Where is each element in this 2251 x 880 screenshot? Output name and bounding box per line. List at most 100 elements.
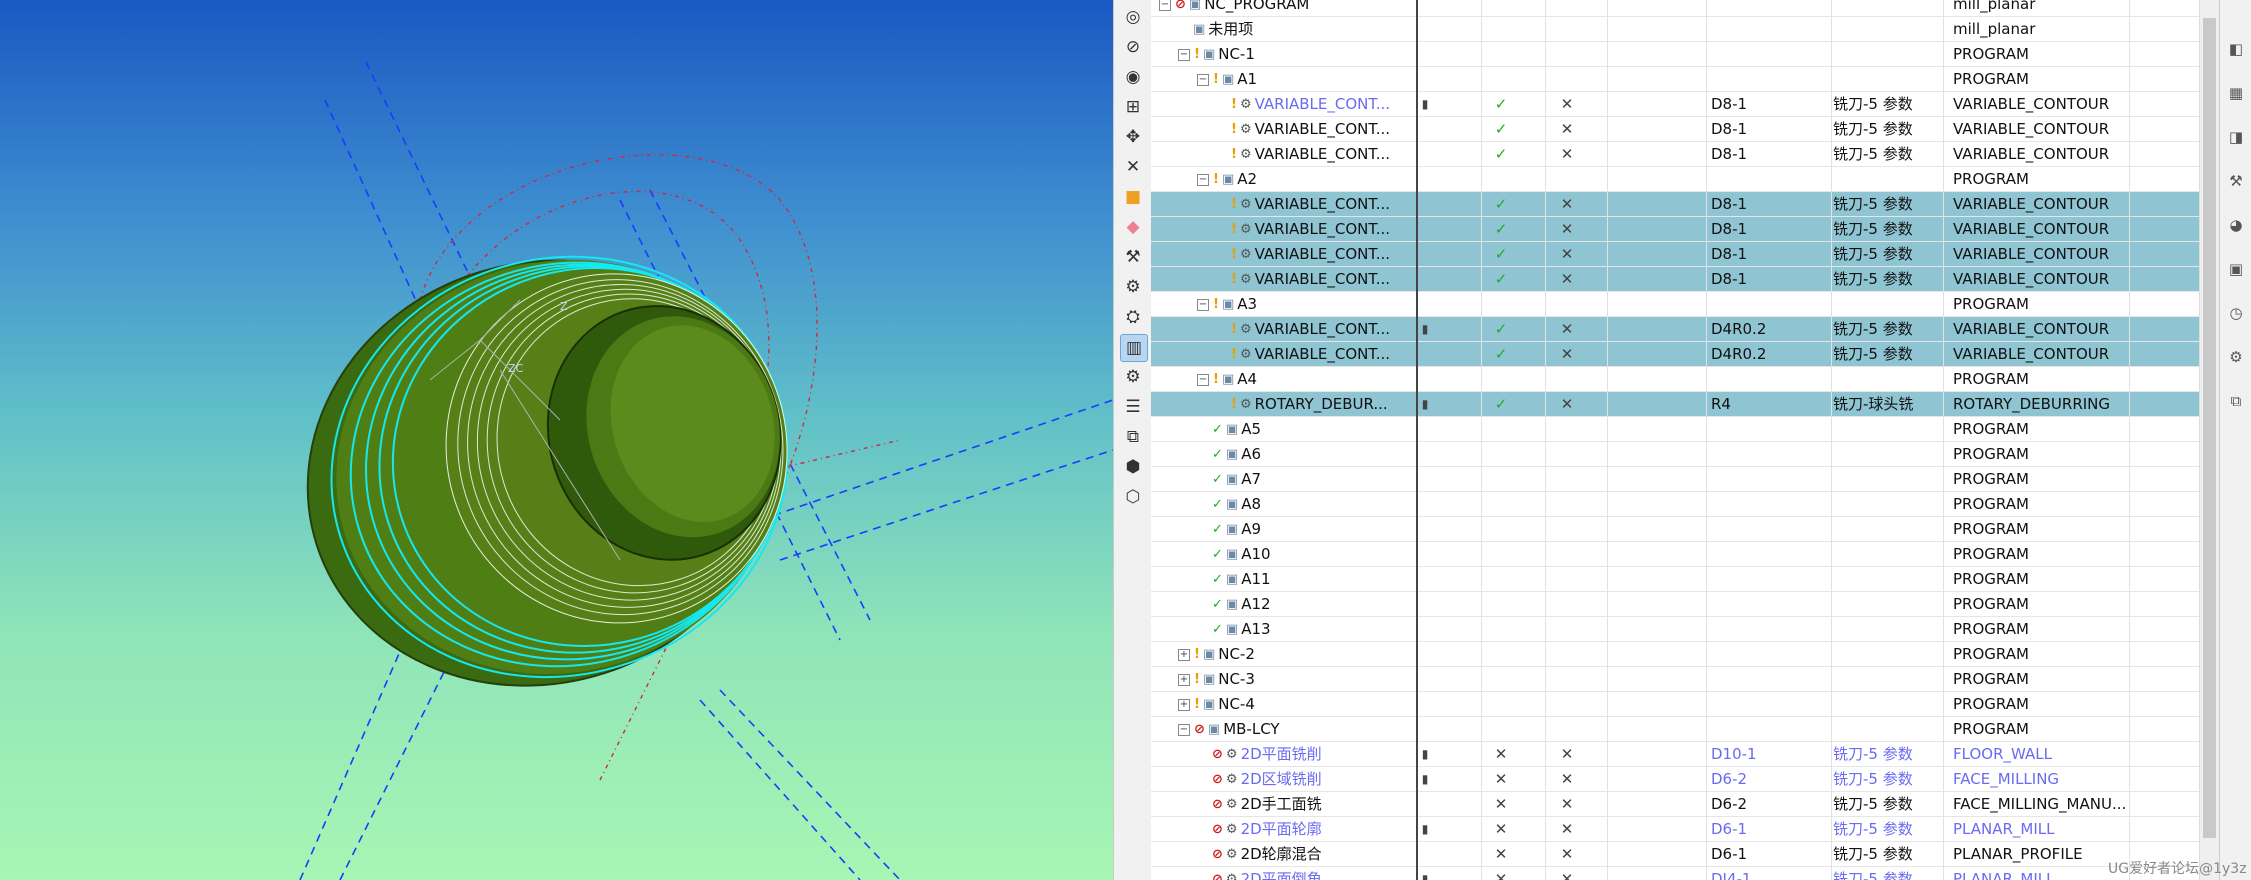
color-icon[interactable]: ■ (1120, 184, 1146, 210)
complete-icon: ✓ (1212, 496, 1223, 512)
collapse-icon[interactable]: − (1178, 48, 1190, 61)
path-indicator: ▮ (1421, 872, 1429, 880)
operation-type: PROGRAM (1953, 170, 2029, 188)
row-name-cell: +! ▣ NC-3 (1151, 667, 1443, 691)
hide-icon[interactable]: ⊘ (1120, 34, 1146, 60)
collapse-icon[interactable]: − (1197, 373, 1209, 386)
panel-icon-1[interactable]: ◧ (2226, 40, 2246, 60)
operation-row[interactable]: ⊘ ⚙ 2D平面轮廓 ▮ ✕ ✕ D6-1 铣刀-5 参数 PLANAR_MILL (1151, 817, 2199, 842)
program-group-row[interactable]: −! ▣ A3 PROGRAM (1151, 292, 2199, 317)
copy-icon[interactable]: ⧉ (1120, 424, 1146, 450)
gear-icon[interactable]: ⚙ (1120, 364, 1146, 390)
scroll-thumb[interactable] (2203, 18, 2216, 838)
operation-row[interactable]: ! ⚙ VARIABLE_CONT... ✓ ✕ D8-1 铣刀-5 参数 VARIABLE_… (1151, 217, 2199, 242)
collapse-icon[interactable]: − (1159, 0, 1171, 11)
svg-text:ZC: ZC (508, 362, 524, 375)
settings-icon[interactable]: ⚙ (2226, 348, 2246, 368)
program-group-row[interactable]: ✓ ▣ A5 PROGRAM (1151, 417, 2199, 442)
operation-row[interactable]: ! ⚙ VARIABLE_CONT... ✓ ✕ D8-1 铣刀-5 参数 VARIABLE_… (1151, 267, 2199, 292)
program-folder-icon: ▣ (1202, 646, 1216, 662)
row-name-cell: − ⊘ ▣ MB-LCY (1151, 717, 1443, 741)
program-group-row[interactable]: −! ▣ NC-1 PROGRAM (1151, 42, 2199, 67)
operation-type: VARIABLE_CONTOUR (1953, 220, 2110, 238)
operation-row[interactable]: ! ⚙ ROTARY_DEBUR... ▮ ✓ ✕ R4 铣刀-球头铣 ROTARY_DEBUR… (1151, 392, 2199, 417)
delete-icon[interactable]: ✕ (1120, 154, 1146, 180)
expand-icon[interactable]: + (1178, 648, 1190, 661)
operation-row[interactable]: ! ⚙ VARIABLE_CONT... ✓ ✕ D8-1 铣刀-5 参数 VARIABLE_… (1151, 242, 2199, 267)
program-group-row[interactable]: −! ▣ A1 PROGRAM (1151, 67, 2199, 92)
collapse-icon[interactable]: − (1197, 73, 1209, 86)
row-label: 2D平面倒角 (1240, 870, 1322, 880)
operation-row[interactable]: ⊘ ⚙ 2D平面铣削 ▮ ✕ ✕ D10-1 铣刀-5 参数 FLOOR_WALL (1151, 742, 2199, 767)
operation-type: ROTARY_DEBURRING (1953, 395, 2111, 413)
program-group-row[interactable]: − ⊘ ▣ MB-LCY PROGRAM (1151, 717, 2199, 742)
verify-x: ✕ (1560, 845, 1574, 863)
show-icon[interactable]: ◉ (1120, 64, 1146, 90)
cube-icon[interactable]: ⬢ (1120, 454, 1146, 480)
panel-icon-3[interactable]: ⚒ (2226, 172, 2246, 192)
operation-row[interactable]: ⊘ ⚙ 2D手工面铣 ✕ ✕ D6-2 铣刀-5 参数 FACE_MILLING_MANU..… (1151, 792, 2199, 817)
tool-add-icon[interactable]: ⚙ (1120, 274, 1146, 300)
operation-row[interactable]: ! ⚙ VARIABLE_CONT... ✓ ✕ D4R0.2 铣刀-5 参数 VARIABL… (1151, 342, 2199, 367)
program-group-row[interactable]: ✓ ▣ A7 PROGRAM (1151, 467, 2199, 492)
complete-icon: ✓ (1212, 521, 1223, 537)
operation-row[interactable]: ⊘ ⚙ 2D区域铣削 ▮ ✕ ✕ D6-2 铣刀-5 参数 FACE_MILLING (1151, 767, 2199, 792)
plane-icon[interactable]: ◆ (1120, 214, 1146, 240)
warning-icon: ! (1213, 71, 1219, 87)
graphics-viewport[interactable]: ZC Z (0, 0, 1113, 880)
program-group-row[interactable]: ✓ ▣ A8 PROGRAM (1151, 492, 2199, 517)
program-group-row[interactable]: ✓ ▣ A12 PROGRAM (1151, 592, 2199, 617)
panel-icon-4[interactable]: ▣ (2226, 260, 2246, 280)
operation-type: PROGRAM (1953, 470, 2029, 488)
collapse-icon[interactable]: − (1197, 173, 1209, 186)
program-group-row[interactable]: ✓ ▣ A9 PROGRAM (1151, 517, 2199, 542)
operation-icon: ⚙ (1239, 121, 1252, 137)
tool-green-icon[interactable]: ⛭ (1120, 304, 1146, 330)
program-group-row[interactable]: ✓ ▣ A6 PROGRAM (1151, 442, 2199, 467)
table-icon[interactable]: ▦ (2226, 84, 2246, 104)
view-icon[interactable]: ◎ (1120, 4, 1146, 30)
method-name: 铣刀-球头铣 (1833, 395, 1914, 413)
tool-name: D8-1 (1711, 270, 1748, 288)
collapse-icon[interactable]: − (1178, 723, 1190, 736)
warning-icon: ! (1231, 96, 1237, 112)
row-label: 2D区域铣削 (1240, 770, 1322, 788)
program-group-row[interactable]: −! ▣ A4 PROGRAM (1151, 367, 2199, 392)
tree-icon[interactable]: ⊞ (1120, 94, 1146, 120)
list-icon[interactable]: ☰ (1120, 394, 1146, 420)
operation-row[interactable]: ! ⚙ VARIABLE_CONT... ✓ ✕ D8-1 铣刀-5 参数 VARIABLE_… (1151, 142, 2199, 167)
operation-row[interactable]: ! ⚙ VARIABLE_CONT... ▮ ✓ ✕ D8-1 铣刀-5 参数 VARIABLE… (1151, 92, 2199, 117)
part-model-view: ZC Z (299, 61, 1113, 880)
operation-type: VARIABLE_CONTOUR (1953, 195, 2110, 213)
operation-row[interactable]: ! ⚙ VARIABLE_CONT... ▮ ✓ ✕ D4R0.2 铣刀-5 参数 VARIAB… (1151, 317, 2199, 342)
operation-row[interactable]: ⊘ ⚙ 2D平面倒角 ▮ ✕ ✕ DJ4-1 铣刀-5 参数 PLANAR_MILL (1151, 867, 2199, 880)
collapse-icon[interactable]: − (1197, 298, 1209, 311)
program-group-row[interactable]: ▣ 未用项 mill_planar (1151, 17, 2199, 42)
operation-row[interactable]: ⊘ ⚙ 2D轮廓混合 ✕ ✕ D6-1 铣刀-5 参数 PLANAR_PROFILE (1151, 842, 2199, 867)
palette-icon[interactable]: ◕ (2226, 216, 2246, 236)
warning-icon: ! (1194, 671, 1200, 687)
complete-icon: ✓ (1212, 421, 1223, 437)
row-label: VARIABLE_CONT... (1254, 245, 1391, 263)
wire-cube-icon[interactable]: ⬡ (1120, 484, 1146, 510)
panel-icon-2[interactable]: ◨ (2226, 128, 2246, 148)
move-icon[interactable]: ✥ (1120, 124, 1146, 150)
program-group-row[interactable]: − ⊘ ▣ NC_PROGRAM mill_planar (1151, 0, 2199, 17)
panel-icon-5[interactable]: ⧉ (2226, 392, 2246, 412)
vertical-scrollbar[interactable] (2199, 0, 2220, 880)
clock-icon[interactable]: ◷ (2226, 304, 2246, 324)
tool-edit-icon[interactable]: ⚒ (1120, 244, 1146, 270)
operation-row[interactable]: ! ⚙ VARIABLE_CONT... ✓ ✕ D8-1 铣刀-5 参数 VARIABLE_… (1151, 192, 2199, 217)
program-group-row[interactable]: ✓ ▣ A10 PROGRAM (1151, 542, 2199, 567)
expand-icon[interactable]: + (1178, 673, 1190, 686)
program-group-row[interactable]: +! ▣ NC-3 PROGRAM (1151, 667, 2199, 692)
program-group-row[interactable]: +! ▣ NC-4 PROGRAM (1151, 692, 2199, 717)
program-group-row[interactable]: ✓ ▣ A13 PROGRAM (1151, 617, 2199, 642)
program-group-row[interactable]: +! ▣ NC-2 PROGRAM (1151, 642, 2199, 667)
operation-icon: ⚙ (1225, 821, 1238, 837)
chart-icon[interactable]: ▥ (1120, 334, 1148, 362)
program-group-row[interactable]: ✓ ▣ A11 PROGRAM (1151, 567, 2199, 592)
expand-icon[interactable]: + (1178, 698, 1190, 711)
operation-row[interactable]: ! ⚙ VARIABLE_CONT... ✓ ✕ D8-1 铣刀-5 参数 VARIABLE_… (1151, 117, 2199, 142)
program-group-row[interactable]: −! ▣ A2 PROGRAM (1151, 167, 2199, 192)
